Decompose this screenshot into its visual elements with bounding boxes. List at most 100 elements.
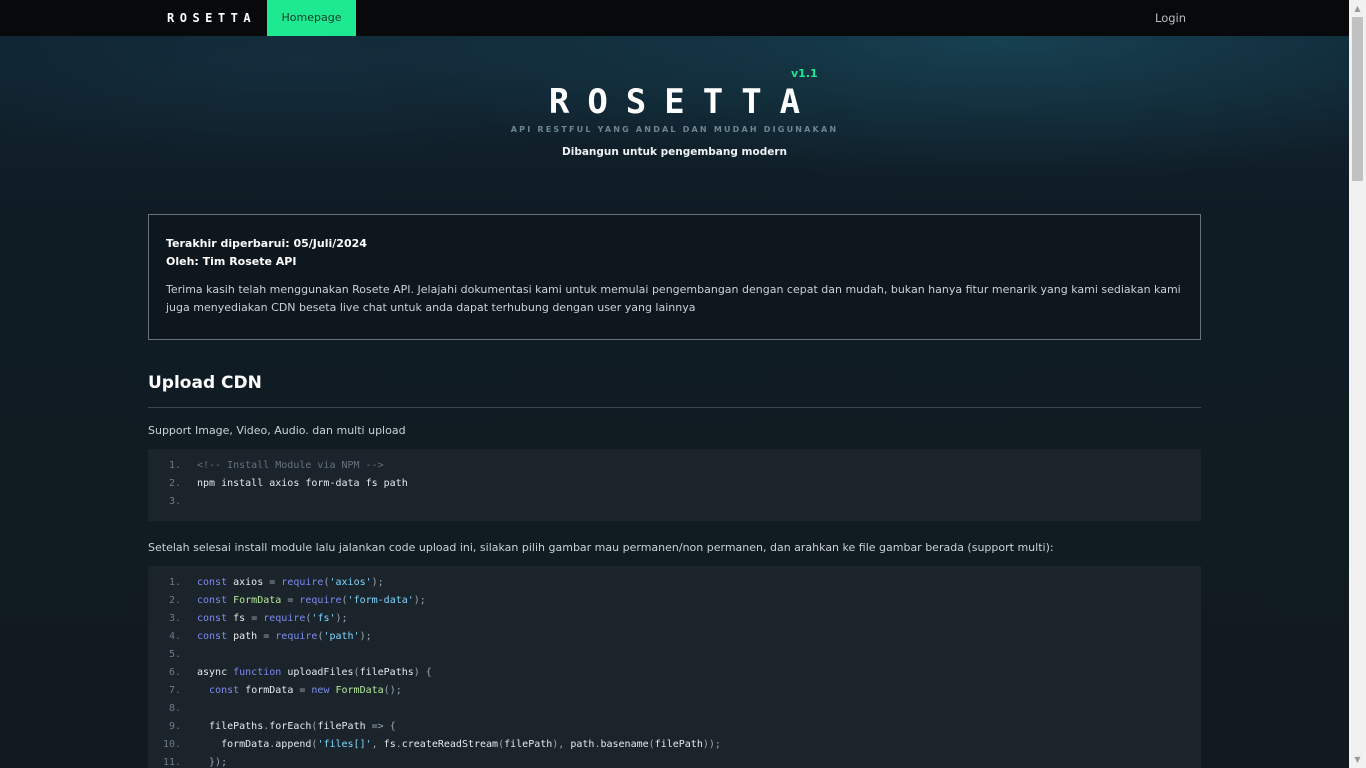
code-line: 3. [148, 493, 1201, 511]
code-token: = [251, 613, 264, 624]
code-line: 1. const axios = require('axios'); [148, 574, 1201, 592]
code-token: = [263, 631, 276, 642]
line-number: 7. [168, 685, 181, 696]
code-line: 2. npm install axios form-data fs path [148, 475, 1201, 493]
code-token: ); [359, 631, 372, 642]
scroll-thumb[interactable] [1352, 17, 1363, 181]
code-line: 1. <!-- Install Module via NPM --> [148, 457, 1201, 475]
code-token: filePath [317, 721, 372, 732]
scroll-down-arrow-icon[interactable]: ▼ [1349, 751, 1366, 768]
code-token: = [299, 685, 312, 696]
code-token: }); [197, 757, 228, 768]
code-token: 'fs' [311, 613, 336, 624]
line-number: 5. [168, 649, 181, 660]
info-description: Terima kasih telah menggunakan Rosete AP… [166, 283, 1181, 314]
upload-code-block[interactable]: 1. const axios = require('axios'); 2. const… [148, 566, 1201, 768]
page-scrollbar[interactable]: ▲ ▼ [1349, 0, 1366, 768]
code-text: }); [197, 754, 227, 768]
code-token: npm install axios form-data fs path [197, 478, 408, 489]
hero-title: ROSETTA [548, 82, 819, 122]
info-box: Terakhir diperbarui: 05/Juli/2024 Oleh: … [148, 214, 1201, 340]
code-token: async [197, 667, 234, 678]
code-line: 11. }); [148, 754, 1201, 768]
code-text: const formData = new FormData(); [197, 682, 402, 700]
author: Oleh: Tim Rosete API [166, 255, 297, 268]
code-line: 9. filePaths.forEach(filePath => { [148, 718, 1201, 736]
code-token: 'files[]' [317, 739, 372, 750]
code-line: 4. const path = require('path'); [148, 628, 1201, 646]
code-token: <!-- Install Module via NPM --> [197, 460, 384, 471]
code-token: ); [371, 577, 384, 588]
code-token: const [197, 577, 234, 588]
version-badge: v1.1 [791, 67, 818, 80]
nav-login-link[interactable]: Login [1155, 0, 1186, 36]
code-token: const [209, 685, 246, 696]
code-token: , [371, 739, 384, 750]
code-token: = [269, 577, 282, 588]
code-line: 7. const formData = new FormData(); [148, 682, 1201, 700]
line-number: 10. [162, 739, 181, 750]
code-token: axios [233, 577, 270, 588]
code-text: const path = require('path'); [197, 628, 372, 646]
line-number: 2. [168, 595, 181, 606]
code-text: async function uploadFiles(filePaths) { [197, 664, 432, 682]
code-text: npm install axios form-data fs path [197, 475, 408, 493]
code-token: require [281, 577, 324, 588]
support-text: Support Image, Video, Audio. dan multi u… [148, 424, 406, 437]
line-number: 1. [168, 577, 181, 588]
code-text: <!-- Install Module via NPM --> [197, 457, 384, 475]
code-text: const axios = require('axios'); [197, 574, 384, 592]
code-token: require [275, 631, 318, 642]
code-token: new [311, 685, 336, 696]
code-line: 2. const FormData = require('form-data'); [148, 592, 1201, 610]
code-token: path [233, 631, 264, 642]
line-number: 6. [168, 667, 181, 678]
code-token: filePath [504, 739, 553, 750]
hero-tagline: API RESTFUL YANG ANDAL DAN MUDAH DIGUNAK… [510, 125, 839, 134]
line-number: 8. [168, 703, 181, 714]
code-line: 8. [148, 700, 1201, 718]
code-token: = [287, 595, 300, 606]
code-token: ); [335, 613, 348, 624]
code-token: forEach [269, 721, 312, 732]
code-token: append [275, 739, 312, 750]
instruction-text: Setelah selesai install module lalu jala… [148, 541, 1054, 554]
code-token: const [197, 631, 234, 642]
line-number: 2. [168, 478, 181, 489]
code-token: FormData [233, 595, 288, 606]
code-token: ) { [413, 667, 432, 678]
code-line: 10. formData.append('files[]', fs.create… [148, 736, 1201, 754]
top-navbar: ROSETTA Homepage Login [0, 0, 1349, 36]
line-number: 9. [168, 721, 181, 732]
code-token: (); [383, 685, 402, 696]
line-number: 3. [168, 496, 181, 507]
code-line: 3. const fs = require('fs'); [148, 610, 1201, 628]
code-token: ); [413, 595, 426, 606]
nav-homepage-link[interactable]: Homepage [267, 0, 356, 36]
code-token: => { [371, 721, 396, 732]
install-code-block[interactable]: 1. <!-- Install Module via NPM --> 2. npm i… [148, 449, 1201, 521]
line-number: 3. [168, 613, 181, 624]
brand-logo[interactable]: ROSETTA [167, 0, 256, 36]
code-token: formData [197, 739, 270, 750]
code-token: 'axios' [329, 577, 372, 588]
code-token: fs [233, 613, 252, 624]
code-token: basename [600, 739, 649, 750]
code-token: require [263, 613, 306, 624]
hero-subtitle: Dibangun untuk pengembang modern [562, 146, 787, 158]
code-token: FormData [335, 685, 384, 696]
scroll-up-arrow-icon[interactable]: ▲ [1349, 0, 1366, 17]
code-line: 6. async function uploadFiles(filePaths) … [148, 664, 1201, 682]
line-number: 4. [168, 631, 181, 642]
code-token: filePaths [359, 667, 414, 678]
code-token: ), [552, 739, 571, 750]
code-text: formData.append('files[]', fs.createRead… [197, 736, 721, 754]
code-token: fs [383, 739, 396, 750]
code-token: path [570, 739, 595, 750]
code-token: function [233, 667, 288, 678]
code-token: formData [245, 685, 300, 696]
code-text: filePaths.forEach(filePath => { [197, 718, 396, 736]
code-token: 'path' [323, 631, 360, 642]
code-line: 5. [148, 646, 1201, 664]
code-token: filePaths [197, 721, 264, 732]
